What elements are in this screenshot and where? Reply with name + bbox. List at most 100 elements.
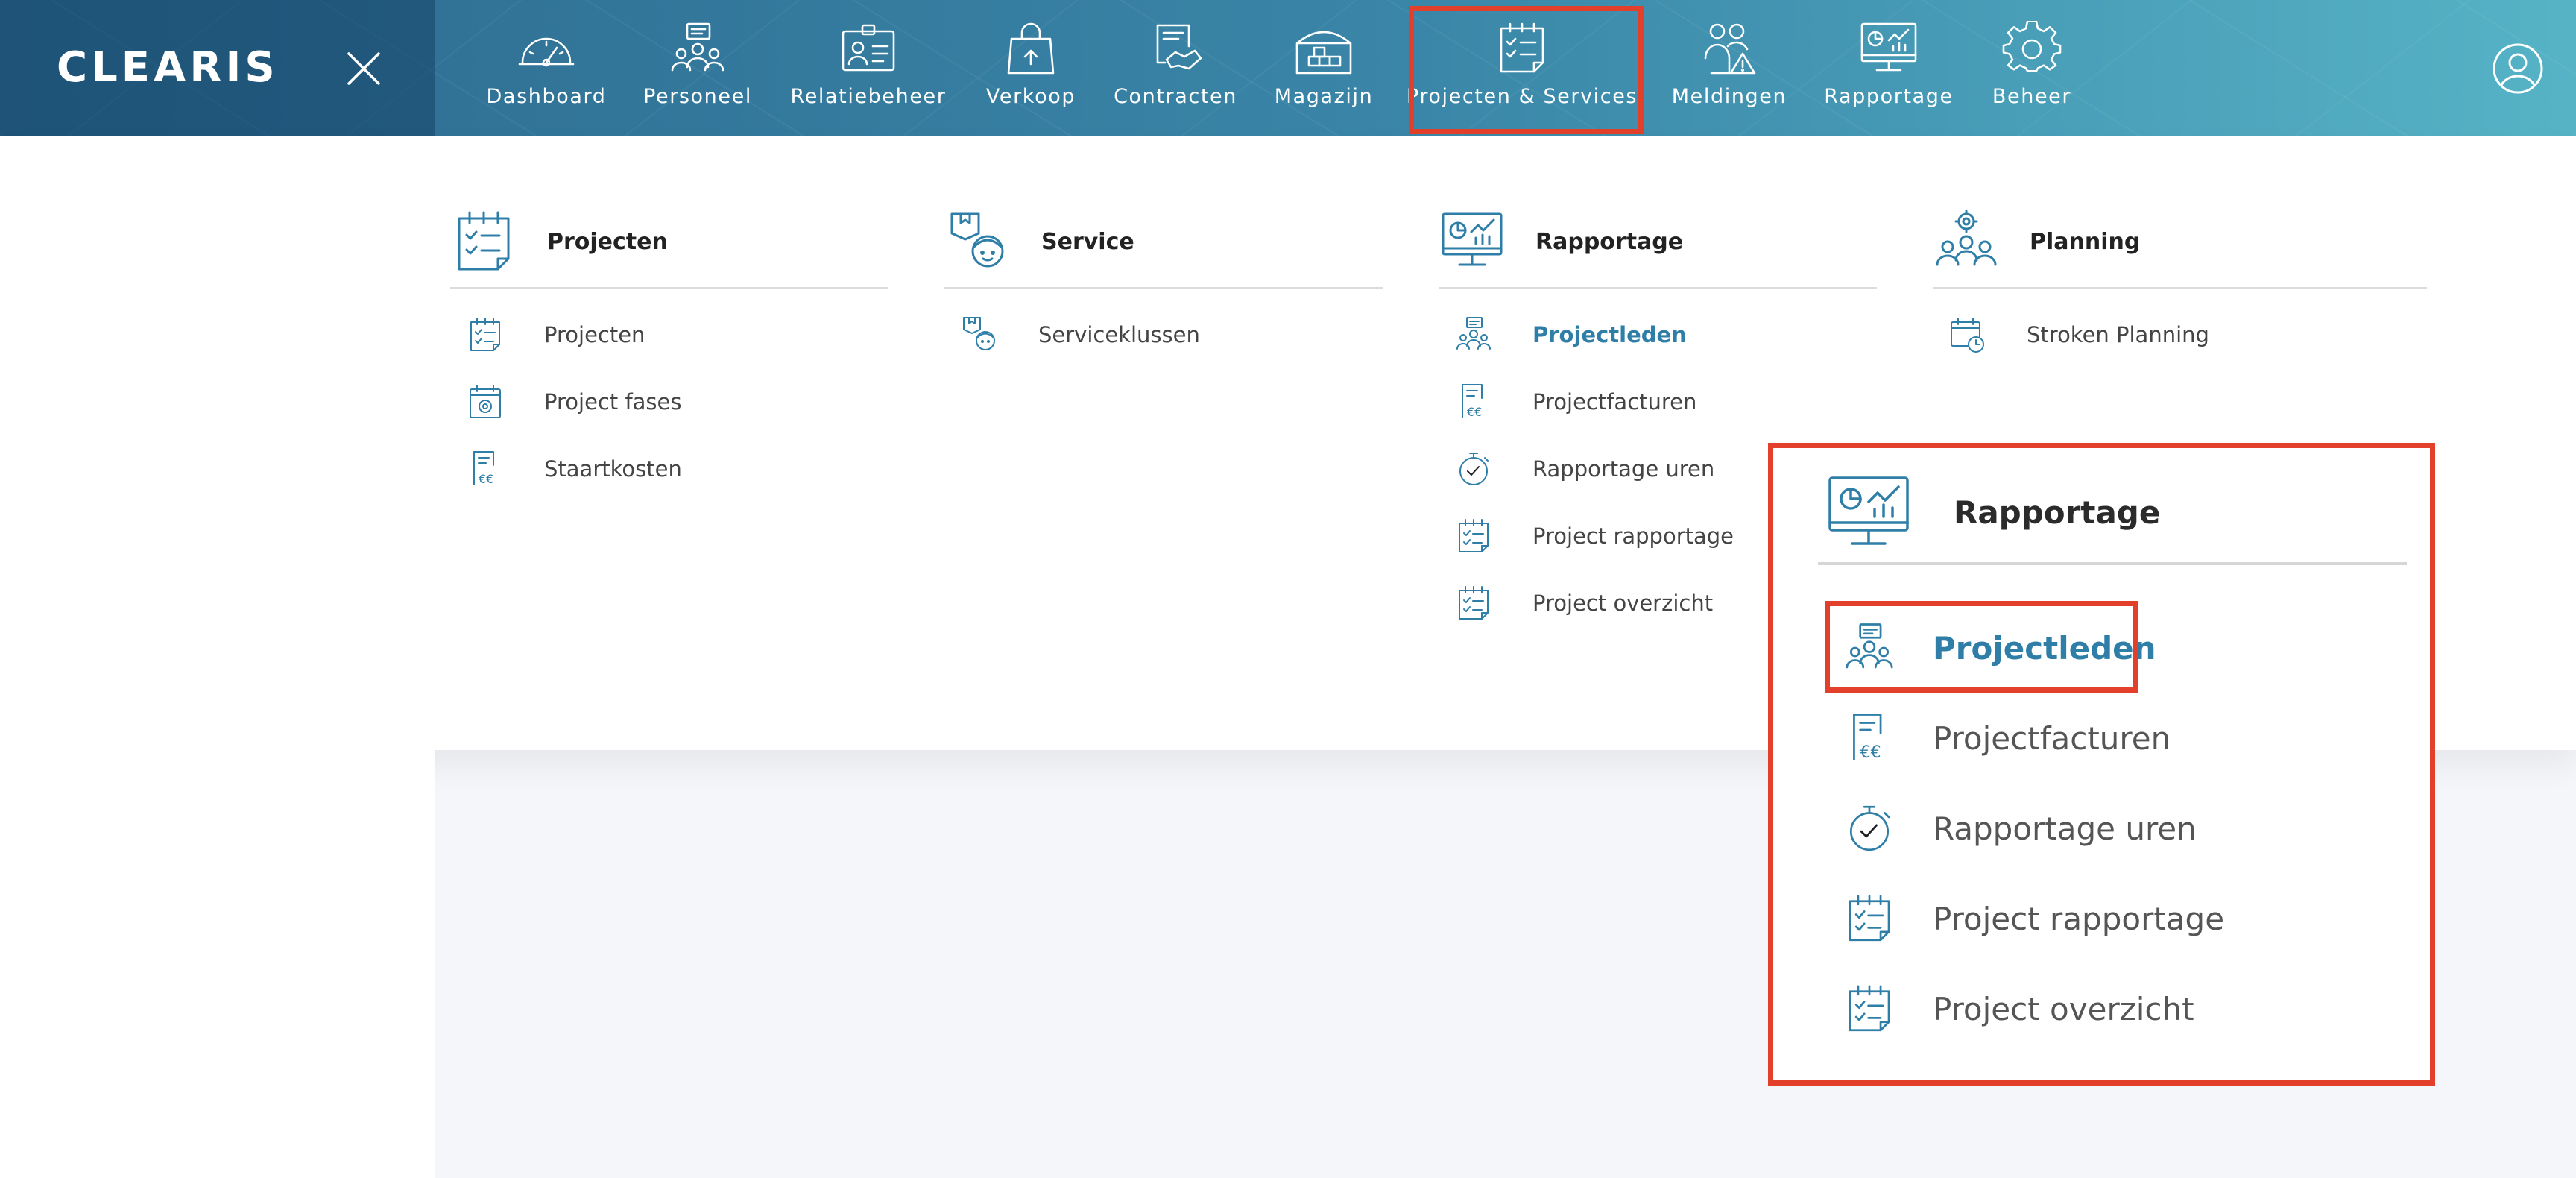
- nav-beheer[interactable]: Beheer: [1957, 21, 2106, 119]
- service-person-icon: [950, 212, 1004, 268]
- zoom-title: Rapportage: [1954, 494, 2161, 531]
- nav-label: Beheer: [1992, 85, 2072, 108]
- column-header: Service: [944, 202, 1383, 281]
- user-profile-icon[interactable]: [2491, 42, 2545, 95]
- app-logo[interactable]: CLEARIS: [57, 43, 279, 92]
- nav-relatiebeheer[interactable]: Relatiebeheer: [779, 21, 958, 119]
- menu-item-staartkosten[interactable]: €€ Staartkosten: [465, 447, 682, 491]
- checklist-calendar-icon: [470, 318, 500, 351]
- nav-verkoop[interactable]: Verkoop: [956, 21, 1105, 119]
- monitor-chart-icon: [1442, 212, 1503, 266]
- column-divider: [1439, 287, 1877, 289]
- column-header: Planning: [1933, 202, 2427, 281]
- menu-item-serviceklussen[interactable]: Serviceklussen: [959, 312, 1200, 357]
- checklist-calendar-icon: [1849, 985, 1890, 1032]
- gear-icon: [2002, 21, 2062, 72]
- checklist-calendar-icon: [1459, 586, 1489, 620]
- checklist-calendar-icon: [1849, 895, 1890, 942]
- nav-label: Dashboard: [486, 85, 607, 108]
- zoom-item-label: Projectfacturen: [1933, 719, 2171, 757]
- nav-label: Relatiebeheer: [790, 85, 947, 108]
- zoom-divider: [1818, 562, 2407, 565]
- warehouse-icon: [1295, 31, 1352, 75]
- menu-item-project-rapportage[interactable]: Project rapportage: [1453, 514, 1734, 558]
- menu-item-project-fases[interactable]: Project fases: [465, 379, 681, 424]
- column-header: Rapportage: [1439, 202, 1877, 281]
- column-title: Rapportage: [1535, 228, 1684, 255]
- invoice-euro-icon: €€: [1462, 384, 1483, 419]
- menu-column-projecten: Projecten: [450, 202, 888, 289]
- checklist-calendar-icon: [458, 211, 510, 271]
- nav-meldingen[interactable]: Meldingen: [1655, 21, 1804, 119]
- column-title: Planning: [2030, 228, 2141, 255]
- menu-item-label: Project fases: [544, 389, 682, 415]
- nav-contracten[interactable]: Contracten: [1101, 21, 1250, 119]
- menu-item-projectfacturen[interactable]: €€ Projectfacturen: [1453, 379, 1696, 424]
- menu-item-projectleden[interactable]: Projectleden: [1453, 312, 1687, 357]
- monitor-chart-icon: [1828, 476, 1909, 545]
- menu-item-label: Projectfacturen: [1532, 389, 1697, 415]
- nav-dashboard[interactable]: Dashboard: [472, 21, 621, 119]
- nav-magazijn[interactable]: Magazijn: [1249, 21, 1398, 119]
- column-header: Projecten: [450, 202, 888, 281]
- invoice-euro-icon: €€: [1853, 714, 1882, 762]
- stopwatch-icon: [1849, 805, 1890, 851]
- nav-label: Meldingen: [1671, 85, 1787, 108]
- service-person-icon: [963, 317, 995, 350]
- people-warning-icon: [1704, 23, 1756, 75]
- team-gear-icon: [1936, 210, 1997, 266]
- shopping-bag-icon: [1007, 22, 1055, 75]
- menu-item-label: Projectleden: [1532, 322, 1687, 347]
- svg-text:€€: €€: [1467, 405, 1482, 419]
- sidebar-area: [0, 750, 435, 1178]
- column-divider: [1933, 287, 2427, 289]
- zoom-item-rapportage-uren[interactable]: Rapportage uren: [1842, 795, 2197, 862]
- column-title: Service: [1041, 228, 1134, 255]
- nav-label: Rapportage: [1824, 85, 1954, 108]
- stopwatch-icon: [1459, 453, 1489, 485]
- column-title: Projecten: [547, 228, 668, 255]
- nav-label: Contracten: [1114, 85, 1237, 108]
- menu-item-projecten[interactable]: Projecten: [465, 312, 645, 357]
- top-navigation-bar: CLEARIS Dashboard Personeel Relatiebehee…: [0, 0, 2576, 136]
- menu-item-label: Project overzicht: [1532, 590, 1714, 616]
- gauge-icon: [518, 37, 575, 67]
- monitor-chart-icon: [1860, 22, 1917, 72]
- zoom-item-project-rapportage[interactable]: Project rapportage: [1842, 885, 2224, 952]
- menu-item-label: Rapportage uren: [1532, 456, 1715, 482]
- menu-item-label: Project rapportage: [1532, 523, 1734, 549]
- contact-card-icon: [842, 24, 895, 72]
- zoom-item-label: Rapportage uren: [1933, 810, 2197, 847]
- checklist-calendar-icon: [1459, 519, 1489, 552]
- people-icon: [671, 22, 724, 72]
- invoice-euro-icon: €€: [473, 451, 494, 486]
- menu-item-label: Stroken Planning: [2027, 322, 2209, 347]
- menu-item-label: Staartkosten: [544, 456, 682, 482]
- menu-item-stroken-planning[interactable]: Stroken Planning: [1948, 312, 2209, 357]
- nav-label: Personeel: [643, 85, 752, 108]
- nav-personeel[interactable]: Personeel: [623, 21, 772, 119]
- nav-label: Verkoop: [985, 85, 1076, 108]
- zoom-item-projectfacturen[interactable]: €€ Projectfacturen: [1842, 705, 2171, 772]
- calendar-gear-icon: [470, 385, 501, 418]
- column-divider: [450, 287, 888, 289]
- zoom-item-project-overzicht[interactable]: Project overzicht: [1842, 975, 2194, 1042]
- calendar-clock-icon: [1951, 318, 1984, 353]
- handshake-document-icon: [1156, 24, 1202, 70]
- zoom-header: Rapportage: [1825, 470, 2160, 554]
- zoom-item-label: Project overzicht: [1933, 990, 2194, 1027]
- menu-item-project-overzicht[interactable]: Project overzicht: [1453, 581, 1713, 626]
- menu-column-service: Service: [944, 202, 1383, 289]
- nav-label: Magazijn: [1274, 85, 1374, 108]
- menu-item-rapportage-uren[interactable]: Rapportage uren: [1453, 447, 1714, 491]
- highlight-projectleden: [1825, 601, 2138, 693]
- close-menu-icon[interactable]: [341, 46, 386, 91]
- svg-text:€€: €€: [479, 472, 493, 486]
- menu-item-label: Projecten: [544, 322, 645, 347]
- nav-rapportage[interactable]: Rapportage: [1814, 21, 1963, 119]
- menu-column-planning: Planning: [1933, 202, 2427, 289]
- highlight-nav-projecten-services: [1409, 6, 1644, 134]
- svg-text:€€: €€: [1860, 743, 1881, 762]
- zoom-callout-rapportage: Rapportage Projectleden €€ Projectfactur…: [1768, 443, 2435, 1086]
- menu-item-label: Serviceklussen: [1038, 322, 1200, 347]
